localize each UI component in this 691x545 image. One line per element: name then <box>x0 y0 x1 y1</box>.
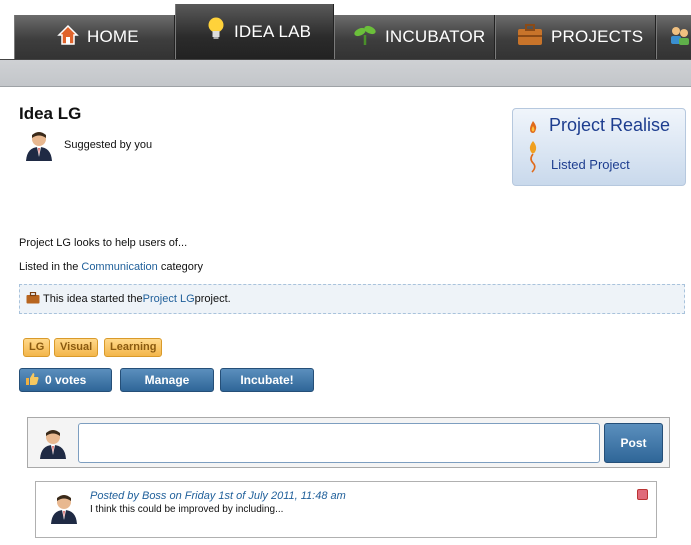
tab-home[interactable]: HOME <box>14 15 175 59</box>
incubate-button[interactable]: Incubate! <box>220 368 314 392</box>
tab-idea-lab-label: IDEA LAB <box>234 21 312 41</box>
tag-lg[interactable]: LG <box>23 338 51 357</box>
manage-button[interactable]: Manage <box>120 368 214 392</box>
tab-incubator[interactable]: INCUBATOR <box>334 15 495 59</box>
main-navigation: HOME IDEA LAB INCUBATOR PROJECTS <box>0 0 691 87</box>
tab-projects[interactable]: PROJECTS <box>495 15 656 59</box>
idea-title: Idea LG <box>19 104 82 123</box>
manage-button-label: Manage <box>144 373 190 387</box>
project-started-notice: This idea started the Project LG project… <box>19 284 685 314</box>
briefcase-icon <box>517 23 543 51</box>
comment-form: Post <box>27 417 670 468</box>
idea-description: Project LG looks to help users of... <box>19 237 188 249</box>
category-line: Listed in the Communication category <box>19 261 203 273</box>
category-link[interactable]: Communication <box>81 261 157 273</box>
tag-learning[interactable]: Learning <box>104 338 163 357</box>
comment-item: Posted by Boss on Friday 1st of July 201… <box>35 481 657 538</box>
project-link[interactable]: Project LG <box>143 293 195 305</box>
thumbs-up-icon <box>25 372 39 389</box>
lightbulb-icon <box>206 16 226 47</box>
current-user-avatar <box>37 427 69 459</box>
incubate-button-label: Incubate! <box>240 373 294 387</box>
comment-input[interactable] <box>78 423 600 463</box>
notice-prefix: This idea started the <box>43 293 143 305</box>
category-suffix: category <box>157 261 204 273</box>
notice-suffix: project. <box>194 293 231 305</box>
category-prefix: Listed in the <box>19 261 82 273</box>
project-realise-banner[interactable]: Project Realise Listed Project <box>512 108 686 186</box>
suggested-by-text: Suggested by you <box>64 139 153 151</box>
post-button[interactable]: Post <box>604 423 663 463</box>
torch-icon <box>527 139 539 178</box>
sprout-icon <box>353 23 377 52</box>
promo-subtitle: Listed Project <box>551 157 630 172</box>
sub-navigation-bar <box>0 60 691 87</box>
author-avatar <box>23 129 55 161</box>
promo-title: Project Realise <box>549 115 671 135</box>
tag-visual[interactable]: Visual <box>54 338 99 357</box>
commenter-avatar <box>48 492 80 524</box>
tab-idea-lab[interactable]: IDEA LAB <box>175 4 334 59</box>
comment-meta: Posted by Boss on Friday 1st of July 201… <box>90 490 346 502</box>
people-icon <box>669 24 691 51</box>
house-icon <box>57 24 79 51</box>
tab-home-label: HOME <box>87 27 139 46</box>
delete-comment-icon[interactable] <box>637 489 648 500</box>
vote-button[interactable]: 0 votes <box>19 368 112 392</box>
flame-icon <box>527 120 539 139</box>
tab-people[interactable] <box>656 15 691 59</box>
tab-projects-label: PROJECTS <box>551 27 644 46</box>
comment-text: I think this could be improved by includ… <box>90 504 284 515</box>
post-button-label: Post <box>620 436 647 450</box>
tab-incubator-label: INCUBATOR <box>385 27 486 46</box>
briefcase-icon <box>26 291 40 307</box>
vote-button-label: 0 votes <box>45 373 87 387</box>
